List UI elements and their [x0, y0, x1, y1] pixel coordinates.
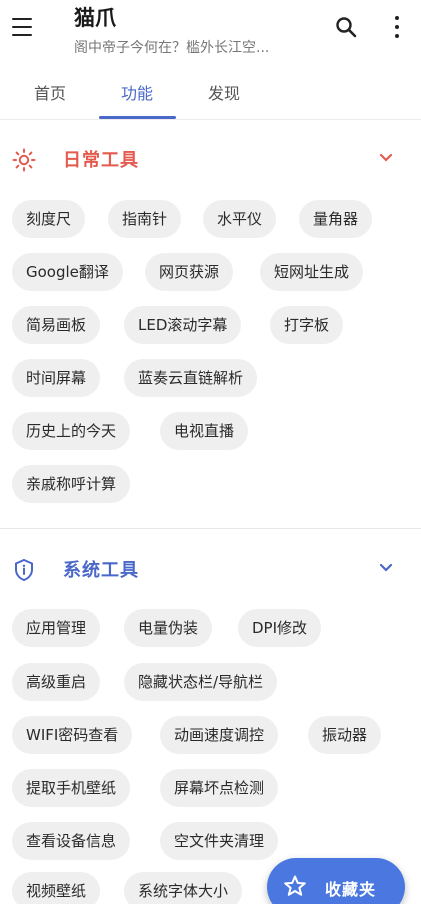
app-bar: 猫爪 阁中帝子今何在？槛外长江空... — [0, 0, 421, 56]
section-divider — [0, 528, 421, 529]
chip-tool[interactable]: 高级重启 — [12, 663, 101, 701]
section-system-tools: 系统工具 应用管理 电量伪装 DPI修改 高级重启 隐藏状态栏/导航栏 WIFI… — [0, 546, 421, 904]
chip-tool[interactable]: 网页获源 — [145, 253, 234, 291]
chip-tool[interactable]: 电视直播 — [160, 412, 249, 450]
chip-tool[interactable]: 量角器 — [299, 200, 373, 238]
chip-tool[interactable]: 视频壁纸 — [12, 872, 101, 904]
app-title: 猫爪 — [74, 6, 116, 30]
tab-indicator — [99, 116, 176, 119]
sun-icon — [12, 148, 36, 172]
chip-tool[interactable]: 提取手机壁纸 — [12, 769, 131, 807]
chip-tool[interactable]: WIFI密码查看 — [12, 716, 133, 754]
chip-tool[interactable]: Google翻译 — [12, 253, 123, 291]
tab-features[interactable]: 功能 — [121, 80, 153, 104]
chip-tool[interactable]: 刻度尺 — [12, 200, 86, 238]
favorites-fab[interactable]: 收藏夹 — [267, 858, 405, 904]
chip-tool[interactable]: 水平仪 — [203, 200, 277, 238]
chip-tool[interactable]: 隐藏状态栏/导航栏 — [124, 663, 278, 701]
chip-tool[interactable]: 查看设备信息 — [12, 822, 131, 860]
chip-tool[interactable]: 简易画板 — [12, 306, 101, 344]
chip-tool[interactable]: 蓝奏云直链解析 — [124, 359, 258, 397]
section-title-daily-tools: 日常工具 — [63, 150, 139, 171]
chip-tool[interactable]: 应用管理 — [12, 609, 101, 647]
chip-tool[interactable]: DPI修改 — [238, 609, 322, 647]
chip-tool[interactable]: 屏幕坏点检测 — [160, 769, 279, 807]
tab-bar: 首页 功能 发现 — [0, 68, 421, 120]
chip-tool[interactable]: 电量伪装 — [124, 609, 213, 647]
section-header-system-tools[interactable]: 系统工具 — [0, 546, 421, 594]
chip-tool[interactable]: 打字板 — [270, 306, 344, 344]
search-icon[interactable] — [334, 15, 358, 39]
star-icon — [284, 875, 306, 896]
tab-home[interactable]: 首页 — [34, 80, 66, 104]
tab-discover[interactable]: 发现 — [208, 80, 240, 104]
shield-info-icon — [15, 558, 33, 582]
chip-tool[interactable]: 振动器 — [308, 716, 382, 754]
more-options-icon[interactable] — [393, 16, 401, 38]
app-subtitle: 阁中帝子今何在？槛外长江空... — [74, 40, 270, 56]
chip-tool[interactable]: 历史上的今天 — [12, 412, 131, 450]
section-title-system-tools: 系统工具 — [63, 560, 139, 581]
chip-tool[interactable]: 空文件夹清理 — [160, 822, 279, 860]
menu-icon[interactable] — [12, 18, 34, 36]
chip-tool[interactable]: 指南针 — [108, 200, 182, 238]
chevron-down-icon[interactable] — [378, 562, 394, 574]
section-header-daily-tools[interactable]: 日常工具 — [0, 136, 421, 184]
chip-tool[interactable]: 亲戚称呼计算 — [12, 465, 131, 503]
chip-tool[interactable]: 系统字体大小 — [124, 872, 243, 904]
chip-tool[interactable]: 动画速度调控 — [160, 716, 279, 754]
fab-label: 收藏夹 — [325, 880, 377, 899]
chevron-down-icon[interactable] — [378, 152, 394, 164]
section-daily-tools: 日常工具 刻度尺 指南针 水平仪 量角器 Google翻译 网页获源 短网址生成… — [0, 136, 421, 526]
chip-tool[interactable]: LED滚动字幕 — [124, 306, 242, 344]
chip-tool[interactable]: 短网址生成 — [260, 253, 364, 291]
chip-tool[interactable]: 时间屏幕 — [12, 359, 101, 397]
